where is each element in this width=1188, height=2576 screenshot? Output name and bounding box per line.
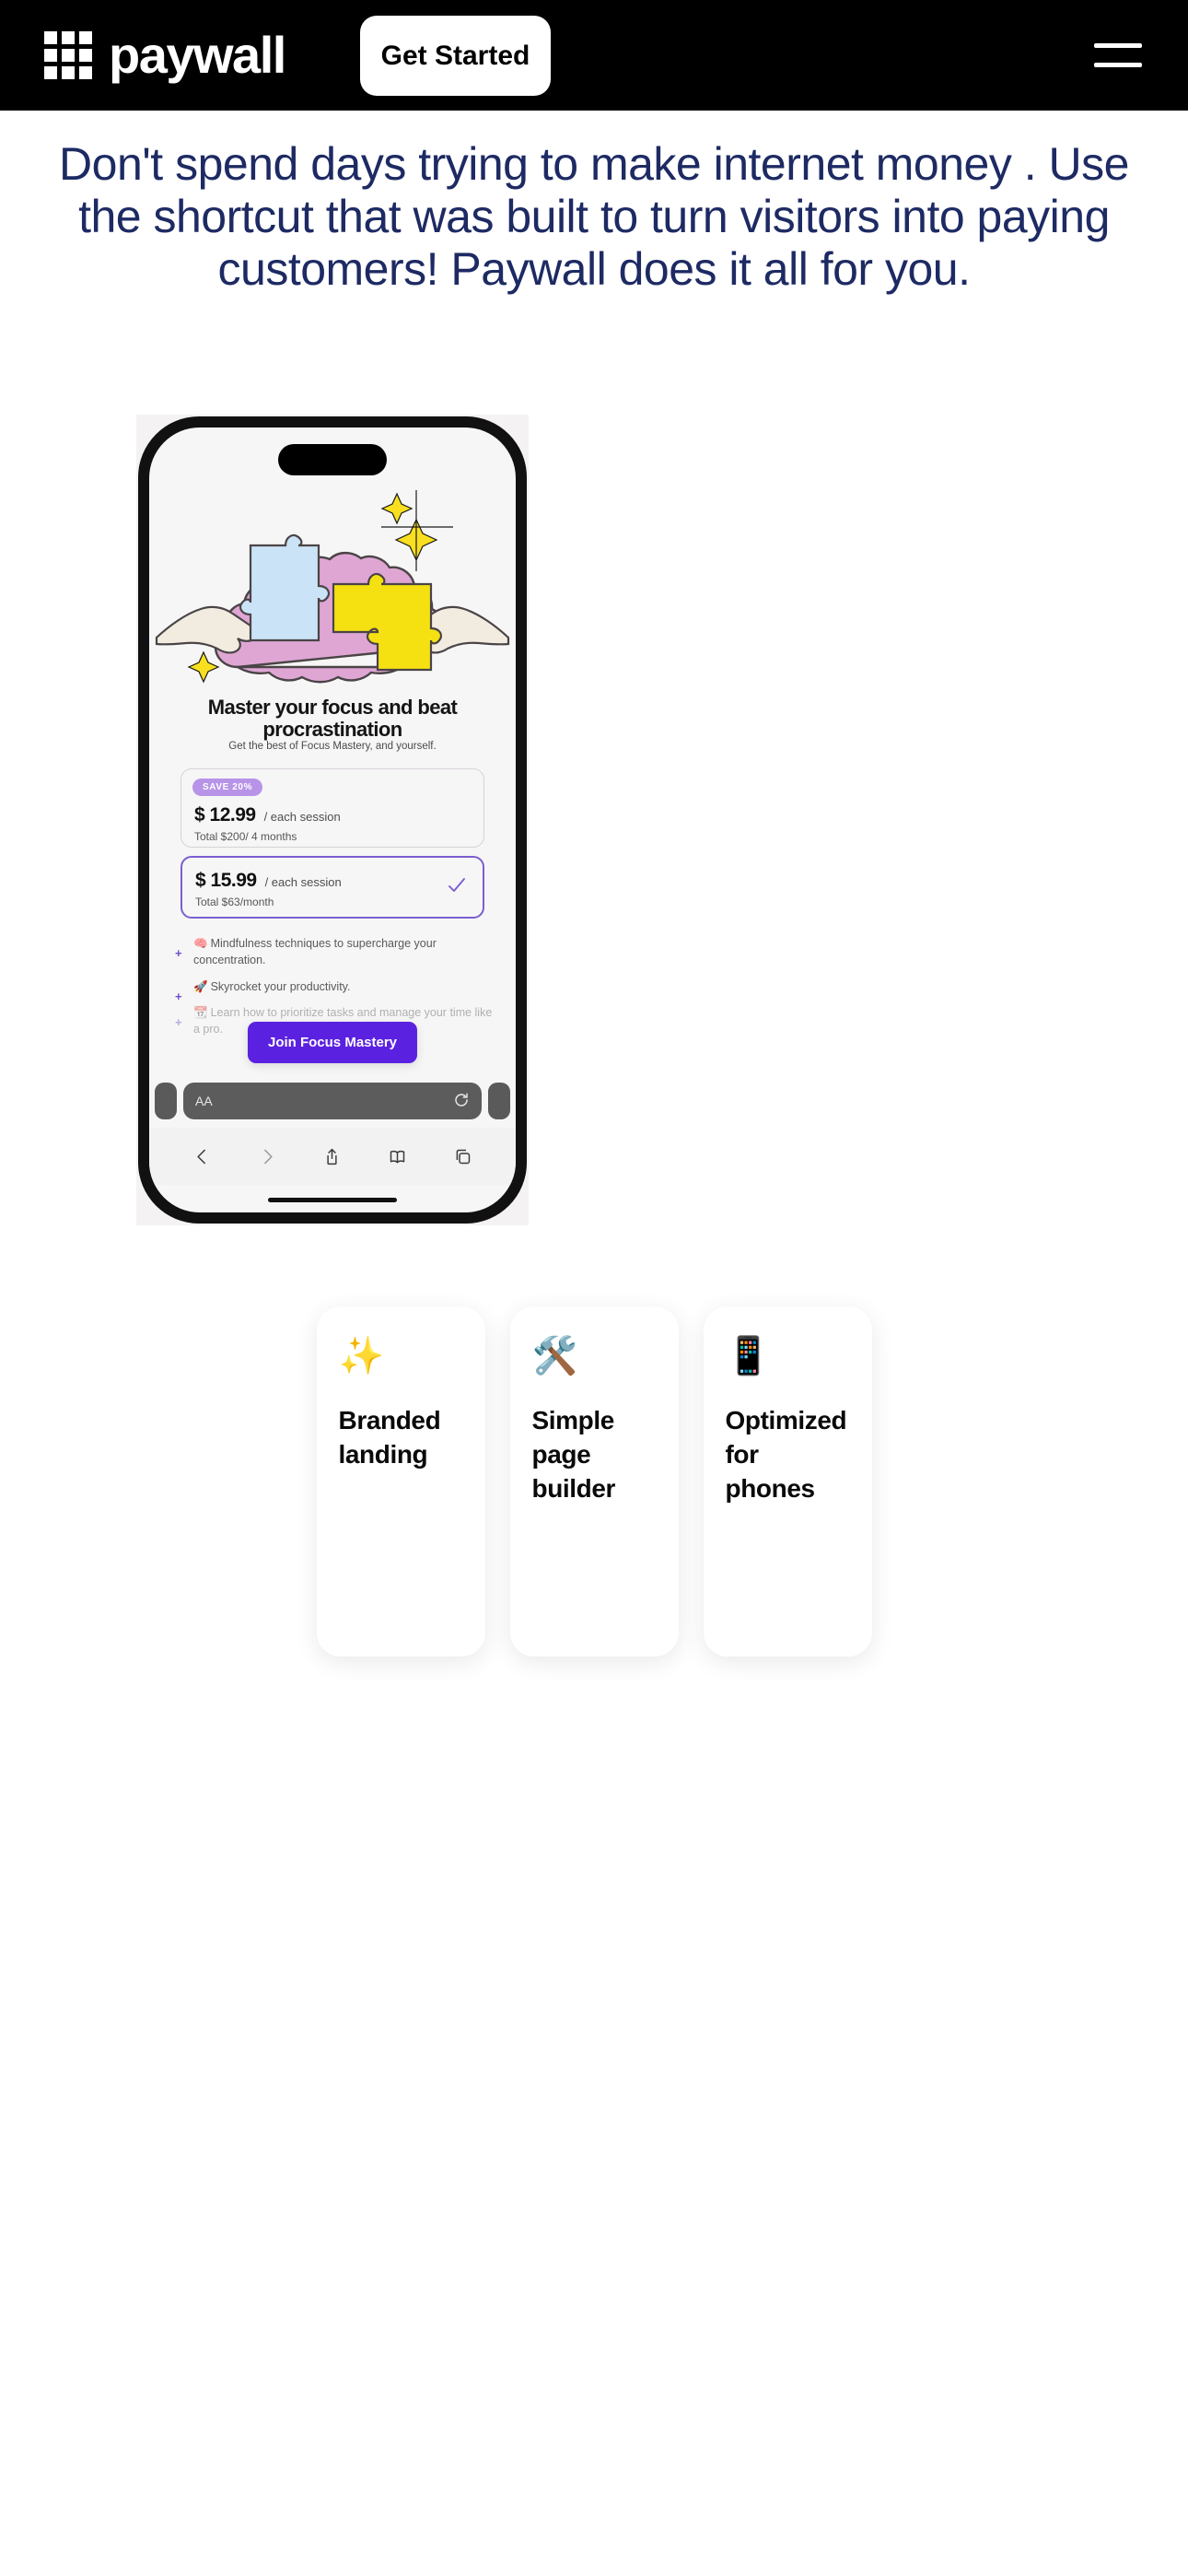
tools-icon: 🛠️ bbox=[531, 1336, 578, 1376]
search-input[interactable]: AA bbox=[183, 1083, 482, 1119]
status-badge: SAVE 20% bbox=[192, 779, 263, 796]
brain-icon: 🧠 bbox=[193, 937, 208, 950]
list-item: + 🚀 Skyrocket your productivity. bbox=[173, 979, 495, 1003]
sparkles-icon: ✨ bbox=[338, 1336, 385, 1376]
book-icon[interactable] bbox=[388, 1147, 407, 1166]
page-title: Don't spend days trying to make internet… bbox=[59, 138, 1129, 295]
rocket-icon: 🚀 bbox=[193, 979, 208, 993]
top-navigation-bar: paywall Get Started bbox=[0, 0, 1188, 111]
safari-url-bar-row: AA bbox=[149, 1078, 516, 1124]
feature-card-branded-landing[interactable]: ✨ Branded landing bbox=[316, 1306, 485, 1657]
chevron-left-icon[interactable] bbox=[192, 1147, 212, 1166]
safari-toolbar bbox=[149, 1128, 516, 1185]
get-started-button[interactable]: Get Started bbox=[360, 16, 551, 96]
brand-name: paywall bbox=[109, 26, 286, 84]
home-indicator bbox=[268, 1198, 397, 1202]
plus-icon: + bbox=[175, 989, 182, 1003]
share-icon[interactable] bbox=[322, 1147, 342, 1166]
phone-frame: Master your focus and beat procrastinati… bbox=[138, 416, 527, 1224]
grid-3x3-icon bbox=[44, 31, 92, 79]
feature-card-title: Optimized for phones bbox=[725, 1406, 847, 1503]
plan-unit: / each session bbox=[263, 810, 341, 824]
join-focus-mastery-button[interactable]: Join Focus Mastery bbox=[247, 1022, 418, 1063]
feature-card-optimized-phones[interactable]: 📱 Optimized for phones bbox=[703, 1306, 872, 1657]
checkmark-icon bbox=[448, 878, 465, 892]
feature-text: Mindfulness techniques to supercharge yo… bbox=[193, 937, 437, 966]
plan-option-1[interactable]: SAVE 20% $ 12.99 / each session Total $2… bbox=[181, 768, 484, 848]
feature-card-title: Simple page builder bbox=[531, 1406, 616, 1503]
brand-logo[interactable]: paywall bbox=[44, 26, 286, 84]
puzzle-hands-illustration bbox=[155, 490, 510, 684]
plan-price-row: $ 12.99 / each session bbox=[194, 804, 341, 826]
plan-amount: $ 12.99 bbox=[194, 804, 256, 825]
plus-icon: + bbox=[175, 1015, 182, 1030]
tabs-icon[interactable] bbox=[453, 1147, 472, 1166]
chevron-right-icon[interactable] bbox=[258, 1147, 277, 1166]
feature-card-title: Branded landing bbox=[338, 1406, 441, 1469]
mobile-phone-icon: 📱 bbox=[725, 1336, 772, 1376]
plan-total: Total $200/ 4 months bbox=[194, 830, 297, 843]
reload-icon[interactable] bbox=[453, 1092, 470, 1108]
prev-tab-peek[interactable] bbox=[155, 1083, 177, 1119]
feature-card-row: ✨ Branded landing 🛠️ Simple page builder… bbox=[0, 1306, 1188, 1657]
next-tab-peek[interactable] bbox=[488, 1083, 510, 1119]
feature-text: Skyrocket your productivity. bbox=[210, 979, 351, 993]
plan-amount: $ 15.99 bbox=[195, 870, 257, 891]
phone-mockup: Master your focus and beat procrastinati… bbox=[136, 415, 529, 1225]
plan-total: Total $63/month bbox=[195, 896, 274, 908]
text-size-icon[interactable]: AA bbox=[195, 1094, 213, 1108]
dynamic-island bbox=[278, 444, 387, 475]
hamburger-menu-icon[interactable] bbox=[1094, 35, 1149, 76]
paywall-subtitle: Get the best of Focus Mastery, and yours… bbox=[228, 741, 437, 752]
plan-price-row: $ 15.99 / each session bbox=[195, 870, 342, 892]
plus-icon: + bbox=[175, 946, 182, 960]
calendar-icon: 📆 bbox=[193, 1006, 208, 1020]
list-item: + 🧠 Mindfulness techniques to supercharge… bbox=[173, 936, 495, 969]
plan-unit: / each session bbox=[264, 875, 342, 889]
feature-card-page-builder[interactable]: 🛠️ Simple page builder bbox=[509, 1306, 679, 1657]
phone-screen: Master your focus and beat procrastinati… bbox=[149, 427, 516, 1212]
plan-option-2[interactable]: $ 15.99 / each session Total $63/month bbox=[181, 856, 484, 919]
paywall-title: Master your focus and beat procrastinati… bbox=[207, 696, 458, 741]
